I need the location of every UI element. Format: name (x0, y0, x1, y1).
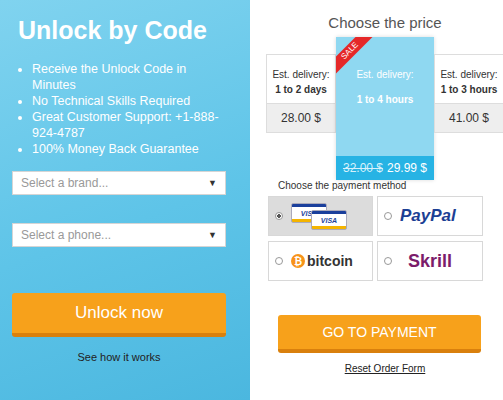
delivery-time: 1 to 2 days (269, 84, 333, 95)
delivery-time: 1 to 4 hours (338, 94, 432, 105)
dropdown-placeholder: Select a phone... (21, 228, 111, 242)
dropdown-arrow-icon: ▼ (208, 230, 217, 240)
skrill-logo: Skrill (408, 251, 452, 272)
dropdown-arrow-icon: ▼ (208, 178, 217, 188)
feature-list: Receive the Unlock Code in MinutesNo Tec… (12, 61, 226, 157)
price: 41.00 $ (449, 111, 489, 125)
payment-option[interactable]: Skrill (377, 241, 483, 281)
feature-item: No Technical Skills Required (32, 93, 226, 109)
price-card[interactable]: Est. delivery: 1 to 2 days 28.00 $ (266, 54, 336, 133)
go-to-payment-button[interactable]: GO TO PAYMENT (278, 315, 481, 353)
feature-item: Great Customer Support: +1-888-924-4787 (32, 109, 226, 141)
bitcoin-icon: ₿ (291, 254, 305, 268)
payment-option[interactable]: PayPal (377, 196, 483, 236)
delivery-time: 1 to 3 hours (437, 84, 501, 95)
price-row: 28.00 $ (267, 103, 335, 132)
price-row: 32.00 $ 29.99 $ (336, 156, 434, 180)
select-group: Select a brand... ▼ Select a phone... ▼ (12, 171, 226, 247)
dropdown-placeholder: Select a brand... (21, 176, 108, 190)
delivery-label: Est. delivery: (338, 69, 432, 80)
visa-card: VISA (311, 210, 347, 230)
radio-button[interactable] (275, 212, 283, 220)
payment-methods: VISAVISA PayPal ₿bitcoin Skrill (268, 196, 503, 281)
price-row: 41.00 $ (435, 103, 503, 132)
unlock-page: Unlock by Code Receive the Unlock Code in… (0, 0, 503, 400)
radio-button[interactable] (384, 212, 392, 220)
bitcoin-logo: ₿bitcoin (291, 253, 353, 269)
payment-option[interactable]: ₿bitcoin (268, 241, 373, 281)
delivery-label: Est. delivery: (269, 69, 333, 80)
visa-logo-icon: VISAVISA (291, 203, 347, 229)
hero-title: Unlock by Code (18, 16, 226, 45)
radio-button[interactable] (384, 257, 392, 265)
paypal-logo: PayPal (400, 206, 456, 226)
price-options: Est. delivery:1 to 2 days28.00 $SALEEst.… (266, 37, 503, 180)
feature-item: Receive the Unlock Code in Minutes (32, 61, 226, 93)
dropdown[interactable]: Select a brand... ▼ (12, 171, 226, 195)
dropdown[interactable]: Select a phone... ▼ (12, 223, 226, 247)
reset-order-link[interactable]: Reset Order Form (266, 363, 503, 374)
price-title: Choose the price (266, 14, 503, 31)
delivery-info: Est. delivery: 1 to 3 hours (435, 55, 503, 103)
delivery-info: Est. delivery: 1 to 2 days (267, 55, 335, 103)
feature-item: 100% Money Back Guarantee (32, 141, 226, 157)
price-card[interactable]: SALEEst. delivery:1 to 4 hours32.00 $29.… (336, 37, 434, 180)
delivery-label: Est. delivery: (437, 69, 501, 80)
payment-option[interactable]: VISAVISA (268, 196, 373, 236)
old-price: 32.00 $ (343, 161, 383, 175)
price-card[interactable]: Est. delivery: 1 to 3 hours 41.00 $ (434, 54, 503, 133)
radio-button[interactable] (275, 257, 283, 265)
price: 28.00 $ (281, 111, 321, 125)
order-panel: Choose the price Est. delivery: 1 to 2 day… (250, 0, 503, 400)
hero-panel: Unlock by Code Receive the Unlock Code in… (0, 0, 250, 400)
payment-title: Choose the payment method (278, 180, 503, 191)
unlock-button[interactable]: Unlock now (12, 293, 226, 337)
price: 29.99 $ (387, 161, 427, 175)
how-it-works-link[interactable]: See how it works (12, 351, 226, 363)
